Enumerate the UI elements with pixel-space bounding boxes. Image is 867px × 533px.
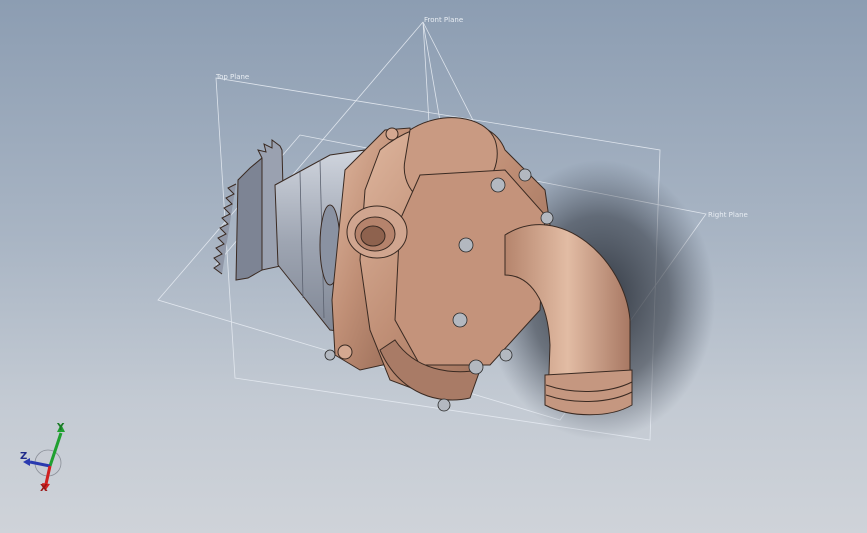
bolt [458,237,474,253]
x-axis-label: X [40,483,48,494]
model-scene[interactable]: Front Plane Top Plane Right Plane Y Z X [0,0,867,533]
bolt [452,312,468,328]
bolt [499,348,513,362]
pump-assembly[interactable] [213,117,633,416]
y-axis-label: Y [56,422,65,433]
z-axis-label: Z [20,451,27,462]
orientation-triad[interactable]: Y Z X [20,422,65,494]
front-plane-label: Front Plane [424,16,463,24]
graphics-viewport[interactable]: Front Plane Top Plane Right Plane Y Z X [0,0,867,533]
outlet-collar[interactable] [544,369,633,416]
bolt [324,349,336,361]
bolt [518,168,532,182]
inlet-port[interactable] [346,205,408,259]
right-plane-label: Right Plane [708,211,748,219]
bolt [490,177,506,193]
bolt [468,359,484,375]
bolt [540,211,554,225]
top-plane-label: Top Plane [215,73,249,81]
bolt [437,398,451,412]
